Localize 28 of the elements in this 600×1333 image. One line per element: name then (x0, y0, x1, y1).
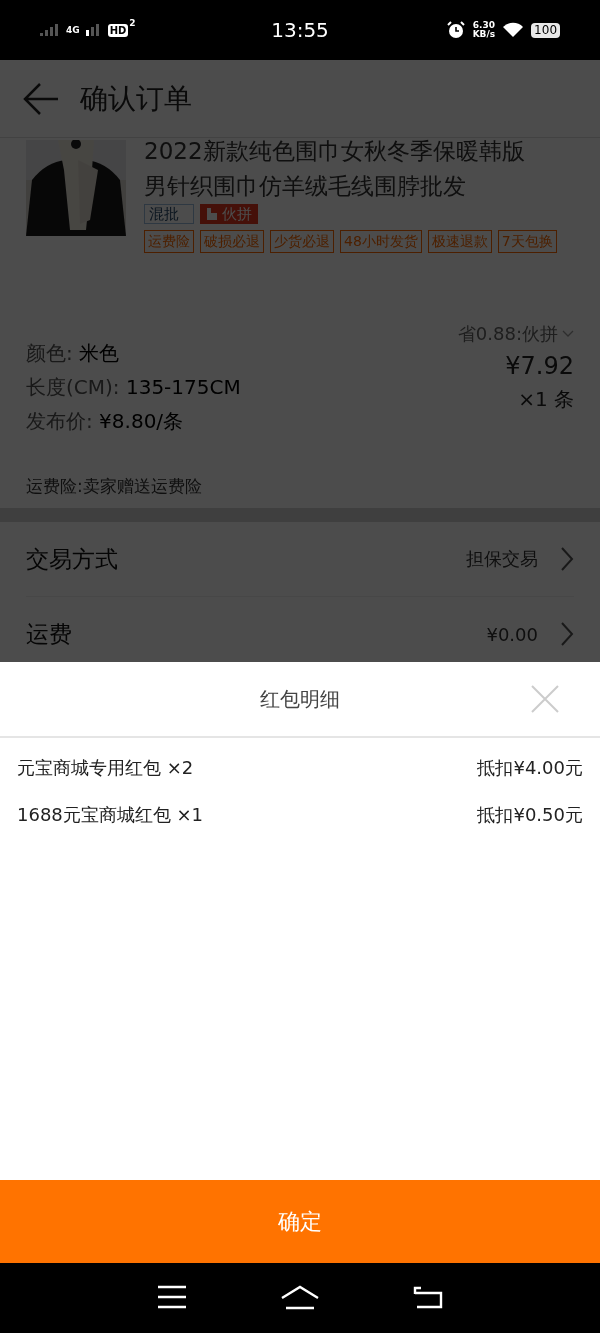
insurance-note: 运费险:卖家赠送运费险 (25, 475, 203, 498)
close-icon[interactable] (530, 684, 560, 714)
sim-number: 2 (129, 18, 136, 28)
product-title: 2022新款纯色围巾女秋冬季保暖韩版 (144, 138, 526, 166)
coupon-name: 元宝商城专用红包 ×2 (17, 756, 194, 780)
deduction-amount: 抵扣¥4.00元 (477, 756, 583, 780)
clock-time: 13:55 (271, 18, 329, 42)
page-title: 确认订单 (80, 80, 192, 117)
coupon-name: 1688元宝商城红包 ×1 (17, 803, 204, 827)
deduction-amount: 抵扣¥0.50元 (477, 803, 583, 827)
unit-price: ¥7.92 (505, 352, 574, 380)
signal-icon (40, 24, 60, 36)
row-value: 担保交易 (466, 547, 538, 571)
row-label: 运费 (26, 619, 73, 649)
battery-level: 100 (531, 22, 560, 38)
wifi-icon (503, 22, 524, 38)
network-speed: 6.30 KB/s (472, 21, 496, 39)
confirm-button[interactable]: 确定 (0, 1180, 600, 1263)
row-value: ¥0.00 (486, 623, 538, 645)
network-type: 4G (66, 25, 80, 35)
sheet-title: 红包明细 (260, 685, 340, 713)
modal-overlay[interactable] (0, 60, 600, 662)
hd-badge: HD (107, 23, 129, 37)
signal-icon (85, 24, 102, 36)
product-title: 男针织围巾仿羊绒毛线围脖批发 (144, 172, 467, 201)
row-label: 交易方式 (26, 544, 119, 574)
quantity-text: ×1 条 (518, 386, 574, 413)
alarm-icon (446, 21, 465, 39)
